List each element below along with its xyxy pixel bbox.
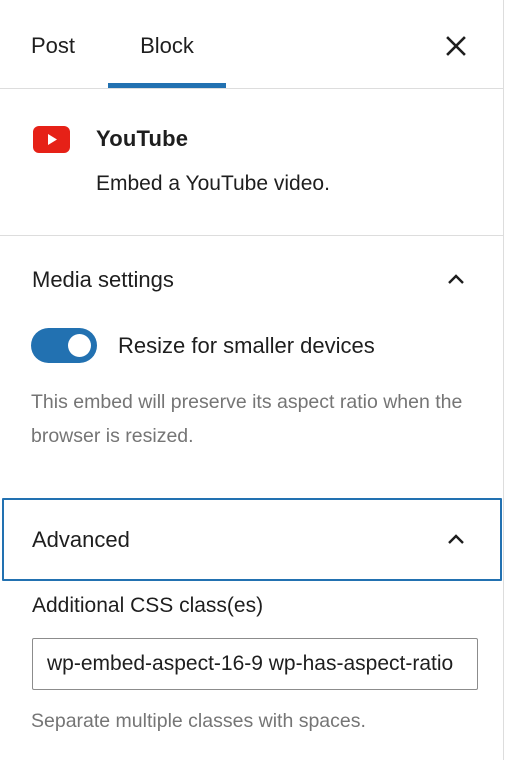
css-class-label: Additional CSS class(es) xyxy=(32,594,264,617)
sidebar-tabs: Post Block xyxy=(0,0,503,89)
css-class-input[interactable] xyxy=(32,638,478,690)
media-settings-title: Media settings xyxy=(32,267,174,292)
chevron-up-icon xyxy=(448,274,464,284)
sidebar-border xyxy=(503,0,504,760)
toggle-knob xyxy=(68,334,91,357)
css-class-help: Separate multiple classes with spaces. xyxy=(31,710,366,732)
chevron-up-icon xyxy=(448,534,464,544)
block-title: YouTube xyxy=(96,126,189,151)
block-card: YouTube Embed a YouTube video. xyxy=(0,88,503,236)
block-description: Embed a YouTube video. xyxy=(96,172,330,195)
youtube-icon xyxy=(33,126,70,153)
advanced-header[interactable]: Advanced xyxy=(2,498,502,581)
resize-toggle-label: Resize for smaller devices xyxy=(118,333,375,358)
media-settings-header[interactable]: Media settings xyxy=(0,247,503,313)
resize-toggle[interactable] xyxy=(31,328,97,363)
tab-block[interactable]: Block xyxy=(108,0,226,88)
advanced-title: Advanced xyxy=(32,527,130,552)
tab-block-label: Block xyxy=(140,33,194,58)
close-icon xyxy=(446,36,466,56)
tab-post[interactable]: Post xyxy=(31,0,75,88)
close-button[interactable] xyxy=(440,30,472,62)
media-settings-help: This embed will preserve its aspect rati… xyxy=(31,391,463,447)
